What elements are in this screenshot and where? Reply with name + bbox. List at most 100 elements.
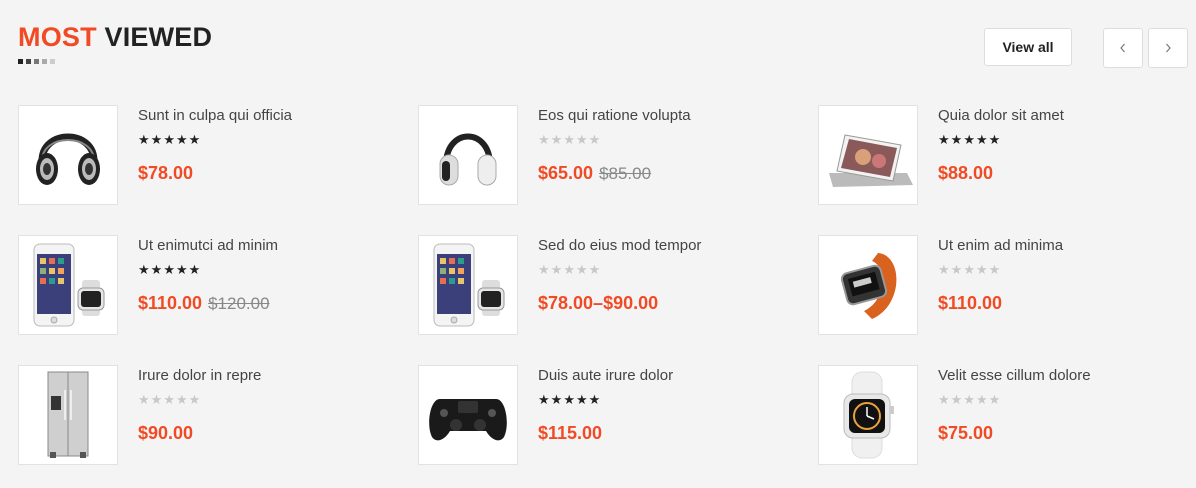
product-item[interactable]: Sed do eius mod tempor ★★★★★ $78.00–$90.00: [418, 235, 798, 337]
product-name[interactable]: Sunt in culpa qui officia: [138, 107, 292, 124]
product-item[interactable]: Duis aute irure dolor ★★★★★ $115.00: [418, 365, 798, 467]
star-icon: ★: [188, 392, 202, 407]
star-icon: ★: [950, 132, 964, 147]
star-icon: ★: [163, 262, 176, 277]
product-name[interactable]: Ut enimutci ad minim: [138, 237, 278, 254]
product-image[interactable]: [418, 235, 518, 335]
view-all-button[interactable]: View all: [984, 28, 1072, 66]
product-price: $90.00: [138, 423, 193, 444]
product-image[interactable]: [818, 365, 918, 465]
star-icon: ★: [575, 392, 589, 407]
phone-watch-icon: [428, 240, 508, 330]
product-image[interactable]: [18, 235, 118, 335]
product-price: $78.00–$90.00: [538, 293, 658, 314]
dot: [26, 59, 31, 64]
star-icon: ★: [975, 132, 989, 147]
title-accent: MOST: [18, 22, 97, 52]
current-price: $110.00: [938, 293, 1003, 313]
star-icon: ★: [963, 392, 976, 407]
star-icon: ★: [563, 392, 576, 407]
star-icon: ★: [575, 132, 589, 147]
product-name[interactable]: Quia dolor sit amet: [938, 107, 1064, 124]
prev-button[interactable]: [1103, 28, 1143, 68]
product-item[interactable]: Sunt in culpa qui officia ★★★★★ $78.00: [18, 105, 398, 207]
product-price: $78.00: [138, 163, 193, 184]
star-icon: ★: [988, 132, 1002, 147]
rating-stars: ★★★★★: [938, 263, 1001, 277]
star-icon: ★: [188, 132, 202, 147]
star-icon: ★: [550, 132, 564, 147]
star-icon: ★: [138, 392, 151, 407]
star-icon: ★: [188, 262, 202, 277]
star-icon: ★: [963, 262, 976, 277]
old-price: $120.00: [208, 294, 270, 313]
product-item[interactable]: Quia dolor sit amet ★★★★★ $88.00: [818, 105, 1196, 207]
orange-watch-icon: [828, 245, 908, 325]
gamepad-icon: [426, 385, 510, 445]
product-item[interactable]: Ut enim ad minima ★★★★★ $110.00: [818, 235, 1196, 337]
next-button[interactable]: [1148, 28, 1188, 68]
product-item[interactable]: Eos qui ratione volupta ★★★★★ $65.00 $85.00: [418, 105, 798, 207]
product-image[interactable]: [18, 365, 118, 465]
star-icon: ★: [950, 262, 964, 277]
product-image[interactable]: [418, 105, 518, 205]
current-price: $90.00: [138, 423, 194, 443]
star-icon: ★: [938, 262, 951, 277]
star-icon: ★: [538, 132, 551, 147]
product-price: $65.00 $85.00: [538, 163, 651, 184]
star-icon: ★: [588, 262, 602, 277]
rating-stars: ★★★★★: [538, 263, 601, 277]
star-icon: ★: [175, 392, 189, 407]
tablet-stand-icon: [823, 115, 913, 195]
section-title: MOST VIEWED: [18, 20, 212, 54]
star-icon: ★: [550, 262, 564, 277]
rating-stars: ★★★★★: [938, 133, 1001, 147]
current-price: $110.00: [138, 293, 203, 313]
rating-stars: ★★★★★: [138, 133, 201, 147]
star-icon: ★: [938, 132, 951, 147]
current-price: $88.00: [938, 163, 994, 183]
product-price: $110.00 $120.00: [138, 293, 270, 314]
product-item[interactable]: Irure dolor in repre ★★★★★ $90.00: [18, 365, 398, 467]
product-item[interactable]: Ut enimutci ad minim ★★★★★ $110.00 $120.00: [18, 235, 398, 337]
headphones-black-icon: [28, 115, 108, 195]
product-name[interactable]: Velit esse cillum dolore: [938, 367, 1091, 384]
product-image[interactable]: [818, 235, 918, 335]
star-icon: ★: [163, 132, 176, 147]
title-underline-dots: [18, 59, 212, 64]
current-price: $115.00: [538, 423, 603, 443]
chevron-right-icon: [1166, 43, 1171, 53]
headphones-white-icon: [428, 115, 508, 195]
dot: [18, 59, 23, 64]
star-icon: ★: [163, 392, 176, 407]
product-name[interactable]: Sed do eius mod tempor: [538, 237, 701, 254]
current-price: $75.00: [938, 423, 994, 443]
product-name[interactable]: Duis aute irure dolor: [538, 367, 673, 384]
star-icon: ★: [150, 262, 164, 277]
star-icon: ★: [975, 262, 989, 277]
star-icon: ★: [988, 392, 1002, 407]
rating-stars: ★★★★★: [538, 133, 601, 147]
product-image[interactable]: [818, 105, 918, 205]
phone-watch-icon: [28, 240, 108, 330]
star-icon: ★: [975, 392, 989, 407]
product-name[interactable]: Eos qui ratione volupta: [538, 107, 691, 124]
product-item[interactable]: Velit esse cillum dolore ★★★★★ $75.00: [818, 365, 1196, 467]
product-image[interactable]: [18, 105, 118, 205]
product-name[interactable]: Irure dolor in repre: [138, 367, 261, 384]
dot: [50, 59, 55, 64]
current-price: $78.00–$90.00: [538, 293, 659, 313]
product-image[interactable]: [418, 365, 518, 465]
title-rest: VIEWED: [104, 22, 213, 52]
current-price: $65.00: [538, 163, 594, 183]
star-icon: ★: [538, 262, 551, 277]
star-icon: ★: [550, 392, 564, 407]
star-icon: ★: [588, 392, 602, 407]
white-watch-icon: [828, 370, 908, 460]
rating-stars: ★★★★★: [138, 263, 201, 277]
star-icon: ★: [575, 262, 589, 277]
star-icon: ★: [588, 132, 602, 147]
star-icon: ★: [150, 392, 164, 407]
product-name[interactable]: Ut enim ad minima: [938, 237, 1063, 254]
fridge-icon: [38, 370, 98, 460]
